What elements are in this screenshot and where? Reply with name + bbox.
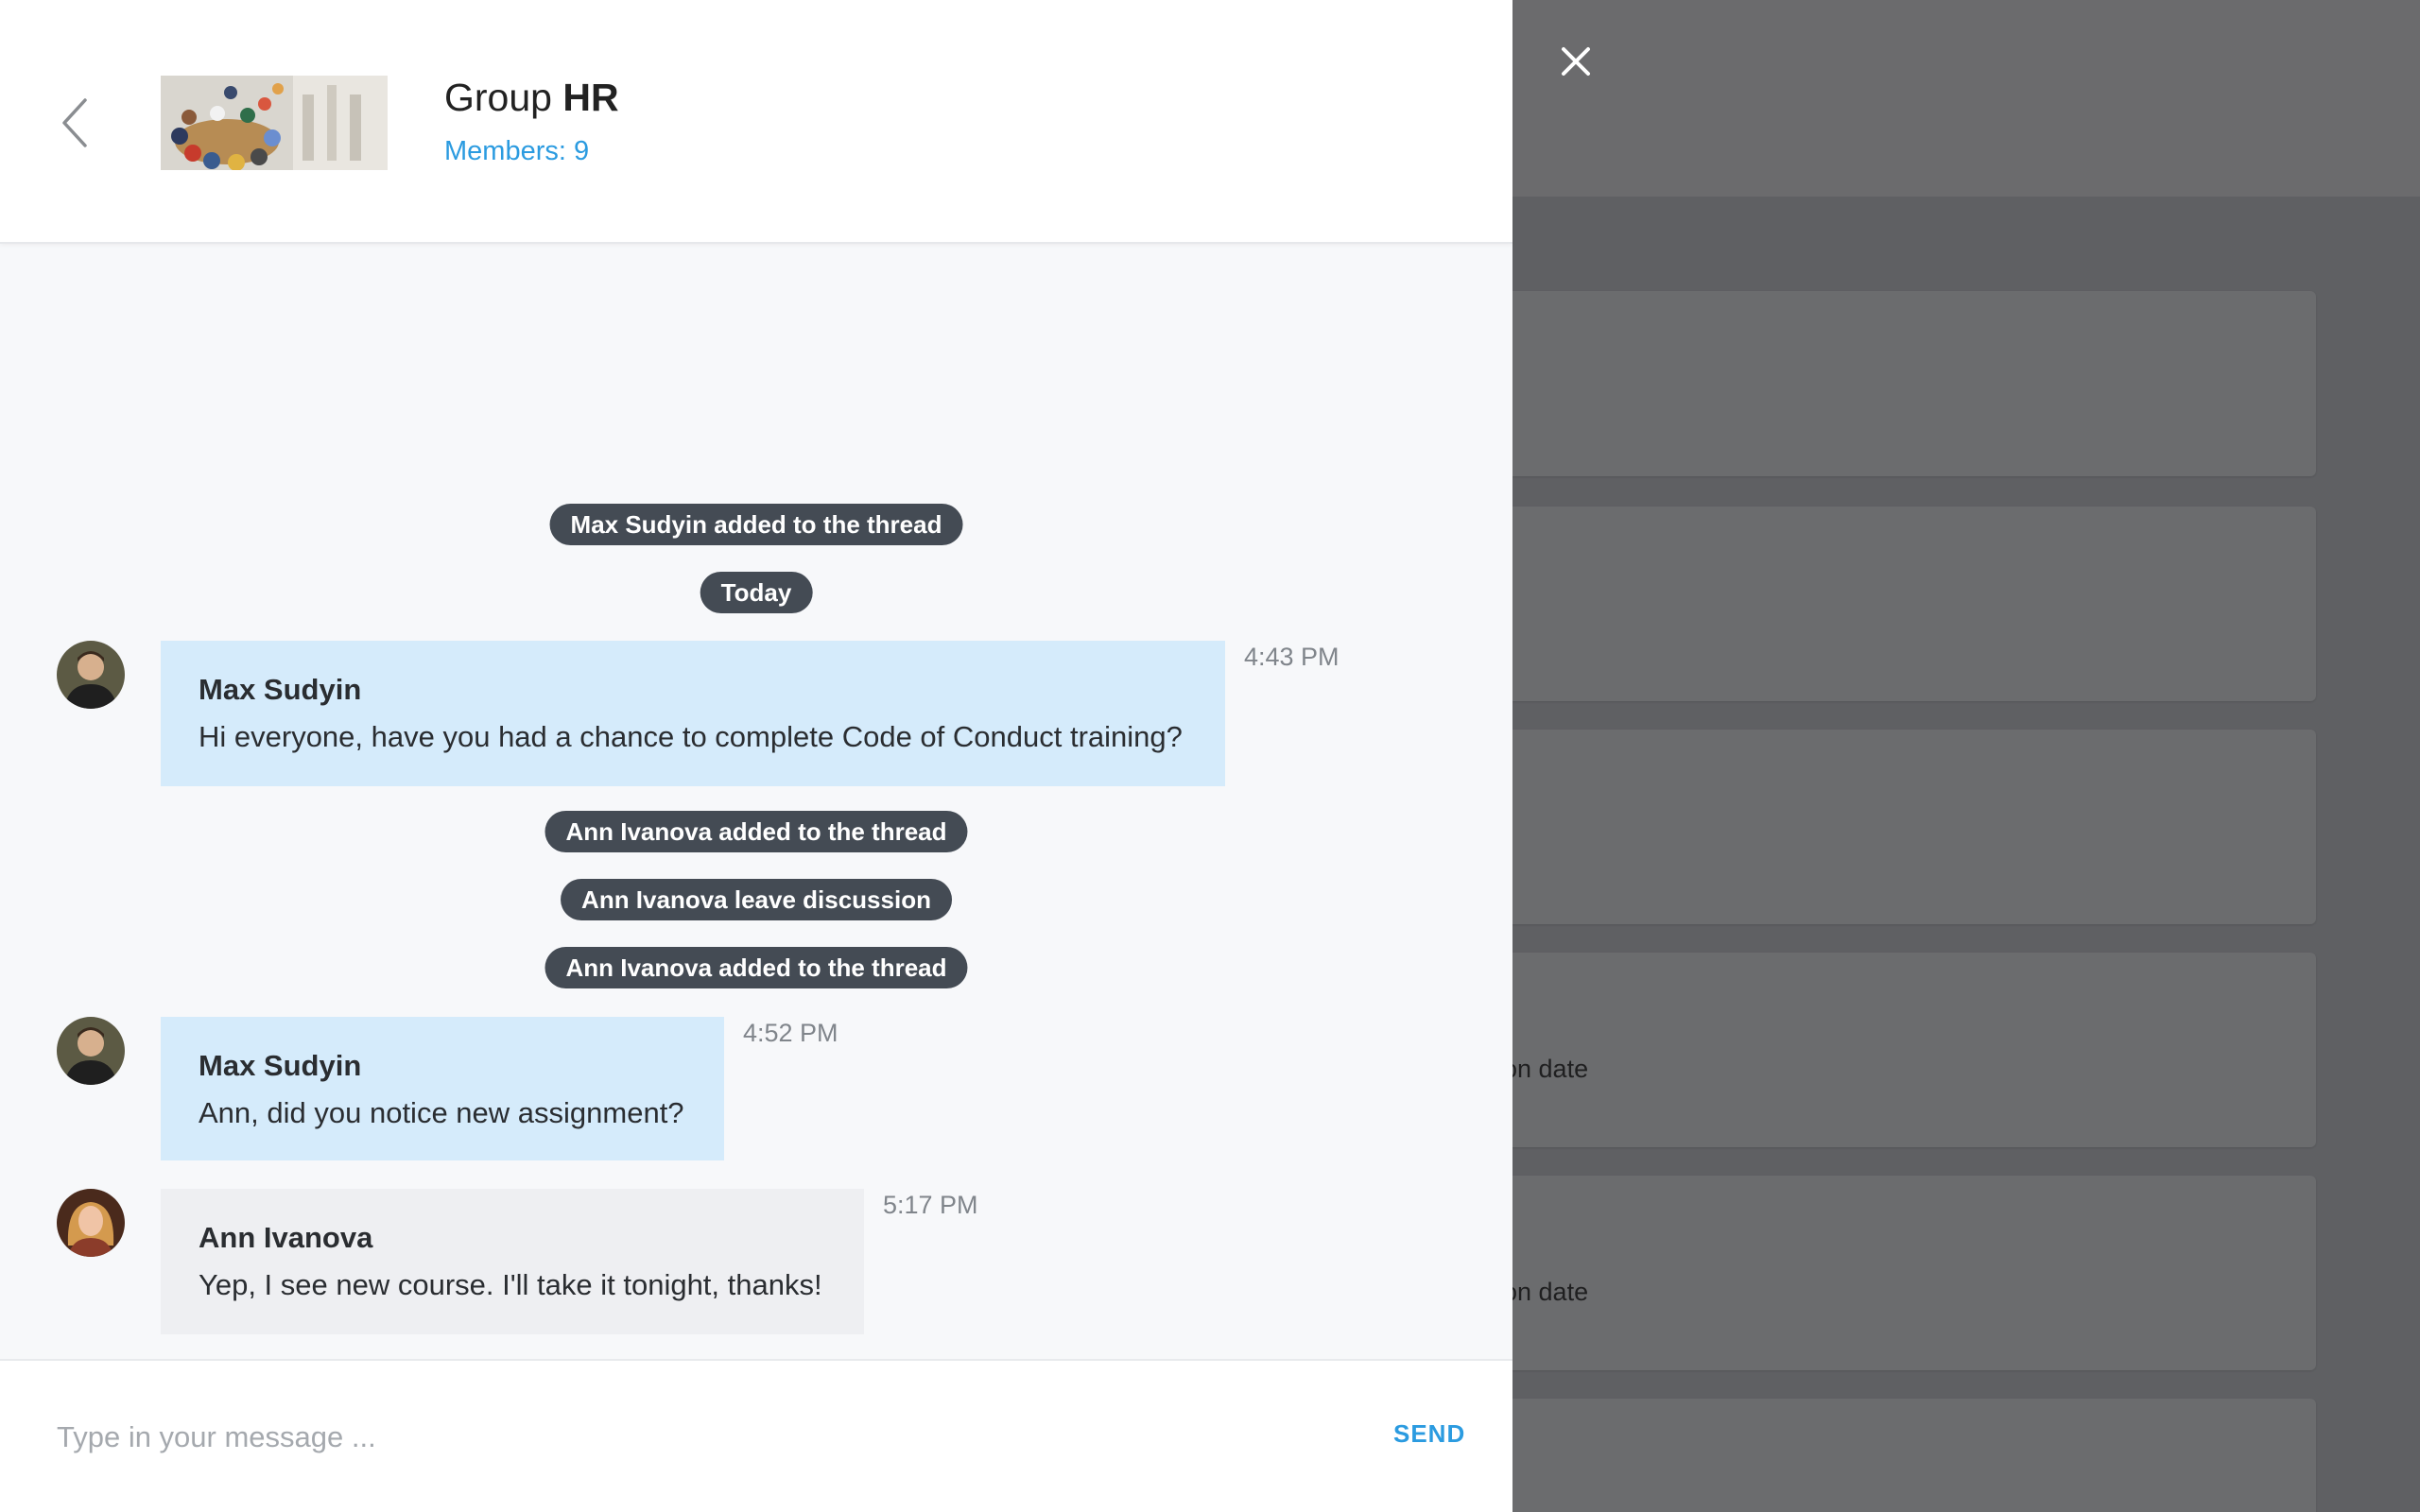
background-card [1475, 1399, 2316, 1512]
message-bubble: Max Sudyin Hi everyone, have you had a c… [161, 641, 1225, 786]
chat-header: Group HR Members: 9 [0, 0, 1512, 244]
close-icon [1562, 47, 1590, 76]
message-input[interactable] [57, 1414, 1286, 1461]
system-event-pill: Max Sudyin added to the thread [549, 504, 963, 545]
background-card: on date [1475, 953, 2316, 1147]
group-image [161, 76, 388, 170]
avatar[interactable] [57, 1017, 125, 1085]
background-card-text: on date [1503, 1278, 1589, 1306]
message-text: Yep, I see new course. I'll take it toni… [199, 1268, 822, 1301]
close-button[interactable] [1554, 40, 1598, 83]
group-title-prefix: Group [444, 76, 552, 119]
members-count[interactable]: Members: 9 [444, 136, 589, 167]
background-card-text: on date [1503, 1055, 1589, 1083]
message-text: Ann, did you notice new assignment? [199, 1096, 684, 1129]
message-text: Hi everyone, have you had a chance to co… [199, 720, 1183, 753]
avatar[interactable] [57, 1189, 125, 1257]
avatar-max-sudyin [57, 641, 125, 709]
avatar-ann-ivanova [57, 1189, 125, 1257]
chevron-left-icon [62, 98, 87, 147]
chat-panel: Group HR Members: 9 Max Sudyin added to … [0, 0, 1512, 1512]
message-author: Ann Ivanova [199, 1221, 373, 1254]
group-title: Group HR [444, 76, 619, 120]
system-event-pill: Ann Ivanova added to the thread [544, 947, 968, 988]
system-event-pill: Ann Ivanova added to the thread [544, 811, 968, 852]
message-time: 4:43 PM [1244, 643, 1340, 671]
group-name: HR [562, 76, 619, 119]
background-card [1475, 730, 2316, 924]
back-button[interactable] [57, 94, 95, 151]
background-card [1475, 291, 2316, 476]
background-card [1475, 507, 2316, 701]
background-card: on date [1475, 1176, 2316, 1370]
message-bubble: Max Sudyin Ann, did you notice new assig… [161, 1017, 724, 1160]
message-author: Max Sudyin [199, 1049, 362, 1082]
message-bubble: Ann Ivanova Yep, I see new course. I'll … [161, 1189, 864, 1334]
avatar-max-sudyin [57, 1017, 125, 1085]
message-time: 5:17 PM [883, 1191, 978, 1219]
message-composer: SEND [0, 1359, 1512, 1512]
avatar[interactable] [57, 641, 125, 709]
date-separator: Today [700, 572, 813, 613]
system-event-pill: Ann Ivanova leave discussion [561, 879, 952, 920]
message-time: 4:52 PM [743, 1019, 838, 1047]
send-button[interactable]: SEND [1393, 1419, 1465, 1449]
message-author: Max Sudyin [199, 673, 362, 706]
